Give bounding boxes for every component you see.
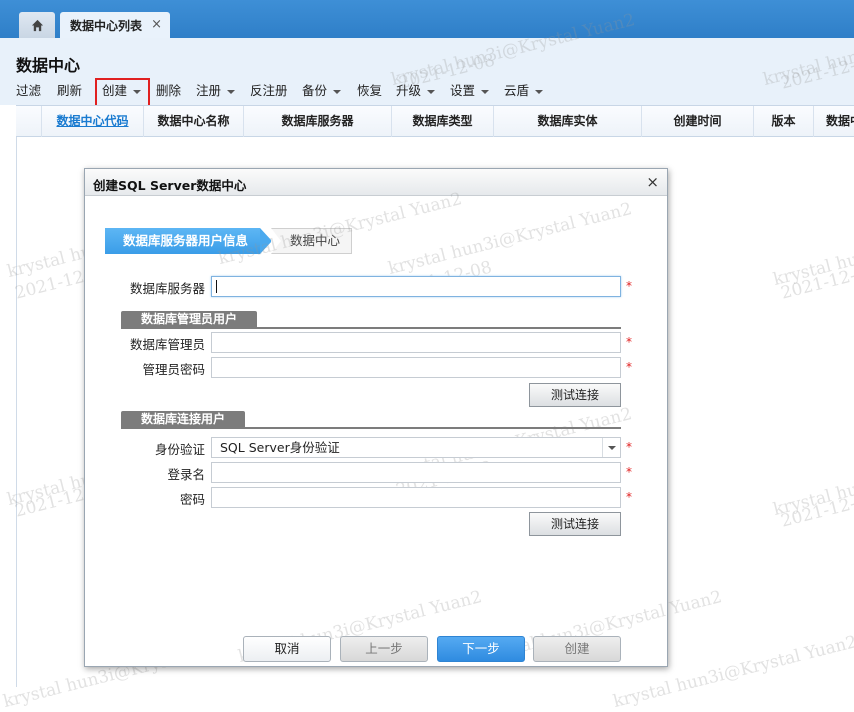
tab-close-icon[interactable]: × xyxy=(151,17,162,32)
grid-header: 数据中心代码 数据中心名称 数据库服务器 数据库类型 数据库实体 创建时间 版本… xyxy=(16,105,854,137)
admin-user-label: 数据库管理员 xyxy=(129,337,205,352)
tab-datacenter-list[interactable]: 数据中心列表 × xyxy=(60,12,170,38)
close-icon[interactable]: × xyxy=(646,173,659,191)
dialog-title: 创建SQL Server数据中心 xyxy=(93,178,247,193)
admin-password-label: 管理员密码 xyxy=(142,362,205,377)
chevron-down-icon xyxy=(333,89,342,94)
page-title: 数据中心 xyxy=(16,56,81,75)
column-header[interactable]: 创建时间 xyxy=(642,106,754,137)
delete-button[interactable]: 删除 xyxy=(156,79,181,103)
auth-label: 身份验证 xyxy=(154,442,205,457)
chevron-down-icon xyxy=(227,89,236,94)
conn-section-title: 数据库连接用户 xyxy=(121,411,246,428)
admin-user-input[interactable] xyxy=(211,332,621,353)
home-icon xyxy=(31,19,43,31)
step-datacenter: 数据中心 xyxy=(271,228,352,254)
step-db-server-user-info: 数据库服务器用户信息 xyxy=(105,228,272,254)
restore-button[interactable]: 恢复 xyxy=(357,79,382,103)
required-mark: * xyxy=(626,279,632,293)
db-server-label: 数据库服务器 xyxy=(129,281,205,296)
required-mark: * xyxy=(626,335,632,349)
required-mark: * xyxy=(626,360,632,374)
watermark: 2021-12-08 xyxy=(779,488,854,532)
column-header[interactable]: 数据中心名称 xyxy=(144,106,244,137)
next-step-button[interactable]: 下一步 xyxy=(437,636,525,662)
backup-label: 备份 xyxy=(302,83,328,98)
section-divider xyxy=(121,427,621,429)
cloud-shield-label: 云盾 xyxy=(504,83,530,98)
column-header[interactable]: 数据中心代码 xyxy=(42,106,144,137)
previous-step-button[interactable]: 上一步 xyxy=(340,636,428,662)
register-dropdown[interactable]: 注册 xyxy=(196,79,236,103)
chevron-down-icon xyxy=(481,89,490,94)
chevron-down-icon xyxy=(535,89,544,94)
watermark: krystal hun3i@Krystal Yuan2 xyxy=(771,210,854,290)
watermark: krystal hun3i@Krystal Yuan2 xyxy=(771,440,854,520)
password-label: 密码 xyxy=(179,492,205,507)
filter-button[interactable]: 过滤 xyxy=(16,79,41,103)
admin-section-header: 数据库管理员用户 xyxy=(121,311,621,329)
column-header[interactable]: 数据库实体 xyxy=(494,106,642,137)
grid-left-border xyxy=(16,137,17,687)
home-tab[interactable] xyxy=(19,12,55,38)
column-header[interactable]: 数据库服务器 xyxy=(244,106,392,137)
db-server-input[interactable] xyxy=(211,276,621,297)
auth-selected-value: SQL Server身份验证 xyxy=(220,440,340,455)
settings-dropdown[interactable]: 设置 xyxy=(450,79,490,103)
unregister-button[interactable]: 反注册 xyxy=(250,79,288,103)
auth-select[interactable]: SQL Server身份验证 xyxy=(211,437,621,458)
admin-password-input[interactable] xyxy=(211,357,621,378)
password-input[interactable] xyxy=(211,487,621,508)
test-connection-button[interactable]: 测试连接 xyxy=(529,383,621,407)
conn-section-header: 数据库连接用户 xyxy=(121,411,621,429)
create-datacenter-dialog: 创建SQL Server数据中心 × 数据库服务器用户信息 数据中心 kryst… xyxy=(84,168,724,667)
upgrade-label: 升级 xyxy=(396,83,422,98)
login-name-label: 登录名 xyxy=(167,467,205,482)
backup-dropdown[interactable]: 备份 xyxy=(302,79,342,103)
login-name-input[interactable] xyxy=(211,462,621,483)
top-tab-bar: 数据中心列表 × xyxy=(0,0,854,38)
text-cursor xyxy=(216,280,217,293)
admin-section-title: 数据库管理员用户 xyxy=(121,311,258,328)
cloud-shield-dropdown[interactable]: 云盾 xyxy=(504,79,544,103)
refresh-button[interactable]: 刷新 xyxy=(57,79,82,103)
cancel-button[interactable]: 取消 xyxy=(243,636,331,662)
required-mark: * xyxy=(626,465,632,479)
register-label: 注册 xyxy=(196,83,222,98)
upgrade-dropdown[interactable]: 升级 xyxy=(396,79,436,103)
dialog-title-bar[interactable]: 创建SQL Server数据中心 × xyxy=(85,169,667,196)
column-header[interactable]: 数据库类型 xyxy=(392,106,494,137)
chevron-down-icon[interactable] xyxy=(602,438,620,457)
column-header[interactable]: 版本 xyxy=(754,106,814,137)
watermark: krystal hun3i@Krystal Yuan2 xyxy=(386,199,634,279)
required-mark: * xyxy=(626,440,632,454)
section-divider xyxy=(121,327,621,329)
required-mark: * xyxy=(626,490,632,504)
create-button[interactable]: 创建 xyxy=(533,636,621,662)
chevron-down-icon xyxy=(427,89,436,94)
tab-label: 数据中心列表 xyxy=(70,18,143,33)
settings-label: 设置 xyxy=(450,83,476,98)
test-connection-button[interactable]: 测试连接 xyxy=(529,512,621,536)
watermark: 2021-12-08 xyxy=(779,260,854,304)
column-header[interactable]: 数据中 xyxy=(814,106,854,137)
grid-checkbox-column[interactable] xyxy=(16,106,42,137)
